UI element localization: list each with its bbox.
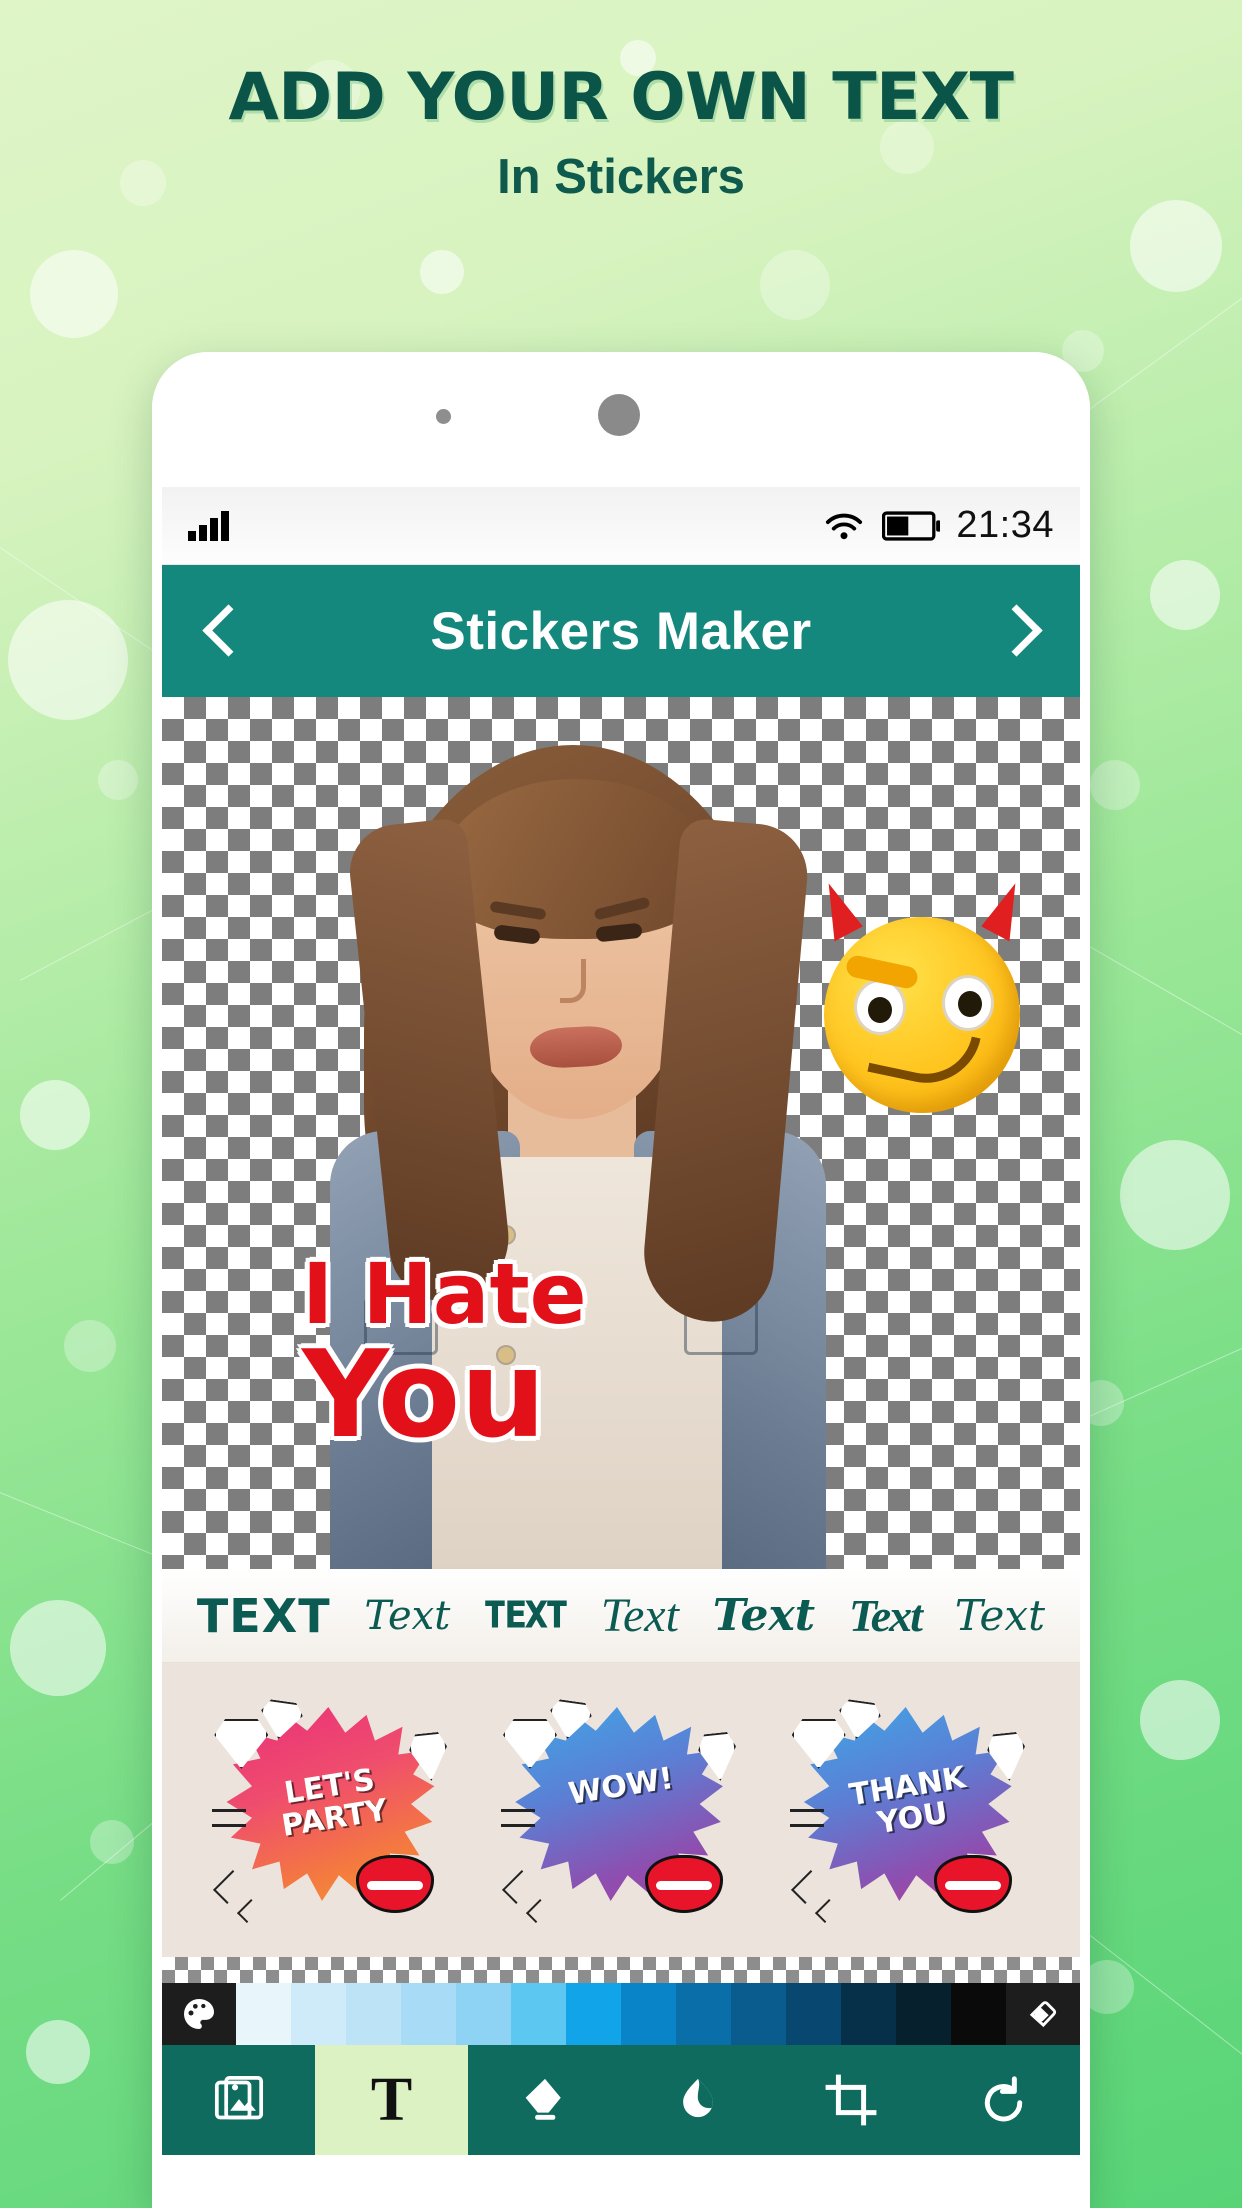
phone-screen: 21:34 Stickers Maker I Hate You TEXT Tex… [162,487,1080,2208]
transparency-strip [162,1957,1080,1983]
back-button[interactable] [196,605,248,657]
tool-blur[interactable] [621,2045,774,2155]
color-swatch[interactable] [896,1983,951,2045]
status-bar: 21:34 [162,487,1080,565]
front-camera-icon [436,409,451,424]
app-title: Stickers Maker [430,601,812,661]
lips-icon [933,1855,1012,1913]
earpiece-sensor-icon [598,394,640,436]
color-swatch[interactable] [456,1983,511,2045]
color-palette-icon[interactable] [162,1983,236,2045]
color-swatch[interactable] [951,1983,1006,2045]
sticker-item[interactable]: THANK YOU [789,1697,1030,1924]
status-time: 21:34 [956,504,1054,546]
signal-bars-icon [188,510,229,541]
color-swatches[interactable] [236,1983,1006,2045]
lips-icon [644,1855,723,1913]
phone-bezel [152,352,1090,487]
forward-button[interactable] [994,605,1046,657]
page-subtitle: In Stickers [497,150,745,204]
wifi-icon [826,513,863,539]
color-swatch[interactable] [511,1983,566,2045]
page-title: ADD YOUR OWN TEXT [228,60,1015,135]
font-style-strip[interactable]: TEXT Text TEXT Text Text Text Text [162,1569,1080,1663]
tool-undo[interactable] [927,2045,1080,2155]
editor-canvas[interactable]: I Hate You [162,697,1080,1569]
font-option-6[interactable]: Text [955,1591,1045,1640]
color-swatch[interactable] [676,1983,731,2045]
sparkle-icon [525,1898,551,1924]
color-swatch[interactable] [236,1983,291,2045]
tool-eraser[interactable] [468,2045,621,2155]
color-palette-bar[interactable] [162,1983,1080,2045]
color-swatch[interactable] [291,1983,346,2045]
sparkle-icon [814,1898,839,1924]
promo-header: ADD YOUR OWN TEXT In Stickers [0,60,1242,205]
sparkle-icon [790,1870,825,1904]
phone-mockup: 21:34 Stickers Maker I Hate You TEXT Tex… [152,352,1090,2208]
battery-icon [882,510,941,541]
font-option-5[interactable]: Text [849,1589,923,1642]
color-swatch[interactable] [566,1983,621,2045]
color-swatch[interactable] [841,1983,896,2045]
paint-bucket-icon[interactable] [1006,1983,1080,2045]
color-swatch[interactable] [346,1983,401,2045]
font-option-2[interactable]: TEXT [484,1595,569,1637]
overlay-text-line-2: You [302,1325,546,1465]
color-swatch[interactable] [731,1983,786,2045]
font-option-3[interactable]: Text [601,1588,679,1643]
color-swatch[interactable] [621,1983,676,2045]
tool-crop[interactable] [774,2045,927,2155]
text-tool-icon: T [370,2065,413,2134]
font-option-0[interactable]: TEXT [197,1589,331,1643]
sparkle-icon [237,1898,262,1924]
tool-gallery[interactable] [162,2045,315,2155]
canvas-text-overlay[interactable]: I Hate You [302,1245,587,1465]
sticker-gallery[interactable]: LET'S PARTY WOW! THANK YOU [162,1663,1080,1957]
sparkle-icon [502,1870,536,1904]
lips-icon [356,1855,435,1913]
font-option-1[interactable]: Text [364,1593,450,1639]
overlay-text-line-1: I Hate [302,1245,587,1343]
sticker-item[interactable]: WOW! [500,1697,741,1924]
color-swatch[interactable] [401,1983,456,2045]
tool-text[interactable]: T [315,2045,468,2155]
sparkle-icon [213,1870,248,1904]
editor-toolbar[interactable]: T [162,2045,1080,2155]
font-option-4[interactable]: Text [713,1590,815,1641]
sticker-item[interactable]: LET'S PARTY [212,1697,452,1924]
app-bar: Stickers Maker [162,565,1080,697]
color-swatch[interactable] [786,1983,841,2045]
smiling-imp-emoji-sticker[interactable] [809,878,1035,1113]
